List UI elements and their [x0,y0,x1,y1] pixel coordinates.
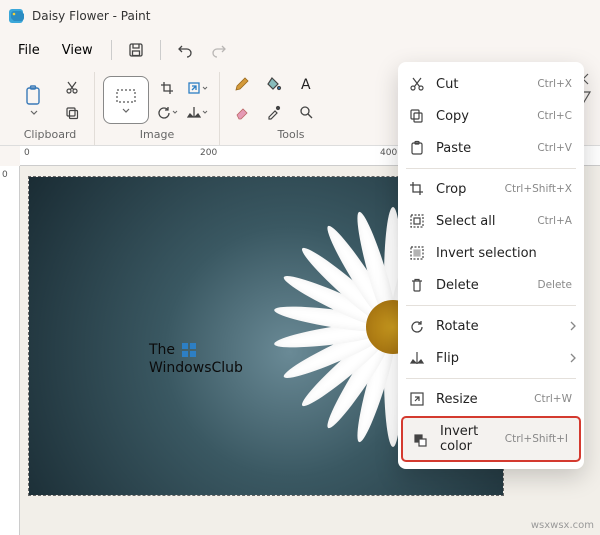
copy-button[interactable] [58,102,86,124]
cut-icon [408,75,426,93]
context-menu-delete[interactable]: Delete Delete [398,269,584,301]
flip-icon [408,349,426,367]
context-menu-label: Paste [436,141,527,156]
crop-button[interactable] [153,77,181,99]
context-menu-shortcut: Ctrl+X [537,78,572,90]
fill-tool[interactable] [260,73,288,95]
context-menu-label: Invert color [440,424,495,454]
ribbon-group-image: Image [94,72,219,145]
invert-color-icon [412,430,430,448]
context-menu-shortcut: Ctrl+V [537,142,572,154]
context-menu-copy[interactable]: Copy Ctrl+C [398,100,584,132]
cut-button[interactable] [58,76,86,98]
invert-selection-icon [408,244,426,262]
vertical-ruler: 0 [0,166,20,535]
rotate-button[interactable] [153,101,181,123]
select-tool-button[interactable] [103,76,149,124]
context-menu-invert-selection[interactable]: Invert selection [398,237,584,269]
context-menu-select-all[interactable]: Select all Ctrl+A [398,205,584,237]
color-picker-tool[interactable] [260,101,288,123]
text-tool[interactable]: A [292,73,320,95]
menu-file[interactable]: File [8,39,50,62]
window-title: Daisy Flower - Paint [32,9,150,23]
context-menu-crop[interactable]: Crop Ctrl+Shift+X [398,173,584,205]
redo-button[interactable] [203,36,235,64]
context-menu-label: Copy [436,109,527,124]
resize-icon [408,390,426,408]
context-menu-label: Rotate [436,319,572,334]
save-button[interactable] [120,36,152,64]
context-menu-shortcut: Ctrl+A [537,215,572,227]
source-watermark: wsxwsx.com [531,520,594,531]
context-menu-paste[interactable]: Paste Ctrl+V [398,132,584,164]
rotate-icon [408,317,426,335]
ribbon-group-clipboard: Clipboard [6,72,94,145]
context-menu-shortcut: Delete [538,279,573,291]
flip-button[interactable] [183,101,211,123]
context-menu-label: Flip [436,351,572,366]
context-menu-resize[interactable]: Resize Ctrl+W [398,383,584,415]
undo-button[interactable] [169,36,201,64]
eraser-tool[interactable] [228,101,256,123]
ruler-tick: 200 [200,148,217,158]
context-menu-rotate[interactable]: Rotate [398,310,584,342]
context-menu-shortcut: Ctrl+Shift+X [505,183,572,195]
delete-icon [408,276,426,294]
copy-icon [408,107,426,125]
crop-icon [408,180,426,198]
context-menu-separator [406,305,576,306]
context-menu-label: Invert selection [436,246,572,261]
title-bar: Daisy Flower - Paint [0,0,600,32]
pencil-tool[interactable] [228,73,256,95]
context-menu-invert-color[interactable]: Invert color Ctrl+Shift+I [402,417,580,461]
menu-separator [160,40,161,60]
context-menu-label: Resize [436,392,524,407]
context-menu-shortcut: Ctrl+Shift+I [505,433,568,445]
resize-button[interactable] [183,77,211,99]
ruler-tick: 0 [2,170,8,180]
svg-text:A: A [301,77,311,92]
ribbon-group-label: Image [140,128,174,145]
context-menu-shortcut: Ctrl+W [534,393,572,405]
menu-view[interactable]: View [52,39,103,62]
paste-button[interactable] [14,76,54,124]
context-menu-separator [406,378,576,379]
context-menu: Cut Ctrl+X Copy Ctrl+C Paste Ctrl+V Crop Ctrl+S… [398,62,584,469]
context-menu-label: Cut [436,77,527,92]
context-menu-label: Select all [436,214,527,229]
ruler-tick: 0 [24,148,30,158]
chevron-down-icon [122,108,130,113]
windows-logo-icon [182,343,196,357]
context-menu-cut[interactable]: Cut Ctrl+X [398,68,584,100]
chevron-down-icon [30,110,38,115]
context-menu-flip[interactable]: Flip [398,342,584,374]
chevron-right-icon [570,353,576,363]
context-menu-shortcut: Ctrl+C [537,110,572,122]
context-menu-label: Delete [436,278,528,293]
select-all-icon [408,212,426,230]
ribbon-group-label: Tools [277,128,304,145]
chevron-right-icon [570,321,576,331]
menu-separator [111,40,112,60]
context-menu-separator [406,168,576,169]
ruler-tick: 400 [380,148,397,158]
app-logo-icon [8,8,24,24]
paste-icon [408,139,426,157]
ribbon-group-tools: A Tools [219,72,362,145]
context-menu-label: Crop [436,182,495,197]
magnifier-tool[interactable] [292,101,320,123]
brand-watermark: The WindowsClub [149,341,243,377]
ribbon-group-label: Clipboard [24,128,77,145]
